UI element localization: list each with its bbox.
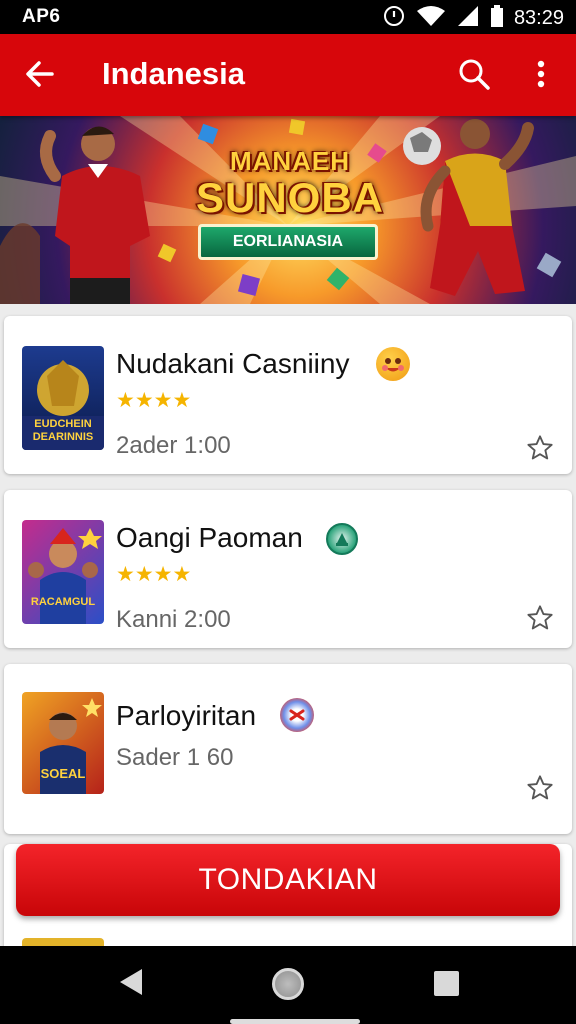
wifi-icon [416, 4, 446, 33]
back-arrow-icon[interactable] [22, 56, 58, 92]
alarm-icon [382, 4, 406, 33]
search-icon[interactable] [456, 56, 492, 92]
item-title: Nudakani Casniiny [116, 348, 350, 379]
status-time: 83:29 [513, 7, 564, 29]
badge-icon [280, 698, 314, 732]
item-subtitle: Kanni 2:00 [116, 606, 231, 633]
star-outline-icon[interactable] [526, 604, 554, 632]
thumbnail-label: SOEAL [40, 766, 86, 781]
status-icons: 83:29 [382, 4, 564, 33]
app-bar: Indanesia [0, 34, 576, 116]
rating-stars: ★★★★ [116, 563, 192, 586]
item-subtitle: Sader 1 60 [116, 744, 234, 771]
status-bar: AP6 83:29 [0, 0, 576, 34]
thumbnail-label: EUDCHEIN DEARINNIS [32, 418, 94, 443]
item-title: Parloyiritan [116, 700, 257, 731]
star-outline-icon[interactable] [526, 774, 554, 802]
thumbnail-label: RACAMGUL [30, 596, 96, 608]
promo-banner[interactable]: MANAEH SUNOBA EORLIANASIA [0, 116, 576, 304]
battery-icon [490, 4, 504, 33]
item-subtitle: 2ader 1:00 [116, 432, 231, 459]
nav-recents-icon[interactable] [434, 971, 459, 996]
list-item[interactable]: RACAMGUL Oangi Paoman ★★★★ Kanni 2:00 [4, 490, 572, 648]
banner-logo: MANAEH SUNOBA [190, 146, 390, 220]
game-thumbnail: RACAMGUL [22, 520, 104, 624]
page-title: Indanesia [102, 56, 245, 91]
badge-icon [326, 523, 358, 555]
banner-title-line2: SUNOBA [195, 174, 384, 221]
nav-home-icon[interactable] [272, 968, 304, 1000]
signal-icon [456, 4, 480, 33]
item-title: Oangi Paoman [116, 522, 303, 553]
smiley-icon [376, 347, 410, 381]
gesture-handle [230, 1019, 360, 1024]
banner-title-line1: MANAEH [229, 146, 351, 176]
star-outline-icon[interactable] [526, 434, 554, 462]
more-options-icon[interactable] [526, 56, 556, 92]
list-item[interactable]: EUDCHEIN DEARINNIS Nudakani Casniiny ★★★… [4, 316, 572, 474]
nav-back-icon[interactable] [118, 967, 144, 1002]
rating-stars: ★★★★ [116, 389, 192, 412]
list-item[interactable]: SOEAL Parloyiritan Sader 1 60 [4, 664, 572, 834]
primary-cta-button[interactable]: TONDAKIAN [16, 844, 560, 916]
game-thumbnail: SOEAL [22, 692, 104, 794]
game-thumbnail: EUDCHEIN DEARINNIS [22, 346, 104, 450]
status-carrier: AP6 [22, 6, 61, 27]
banner-ribbon: EORLIANASIA [198, 224, 378, 260]
game-thumbnail [22, 938, 104, 946]
